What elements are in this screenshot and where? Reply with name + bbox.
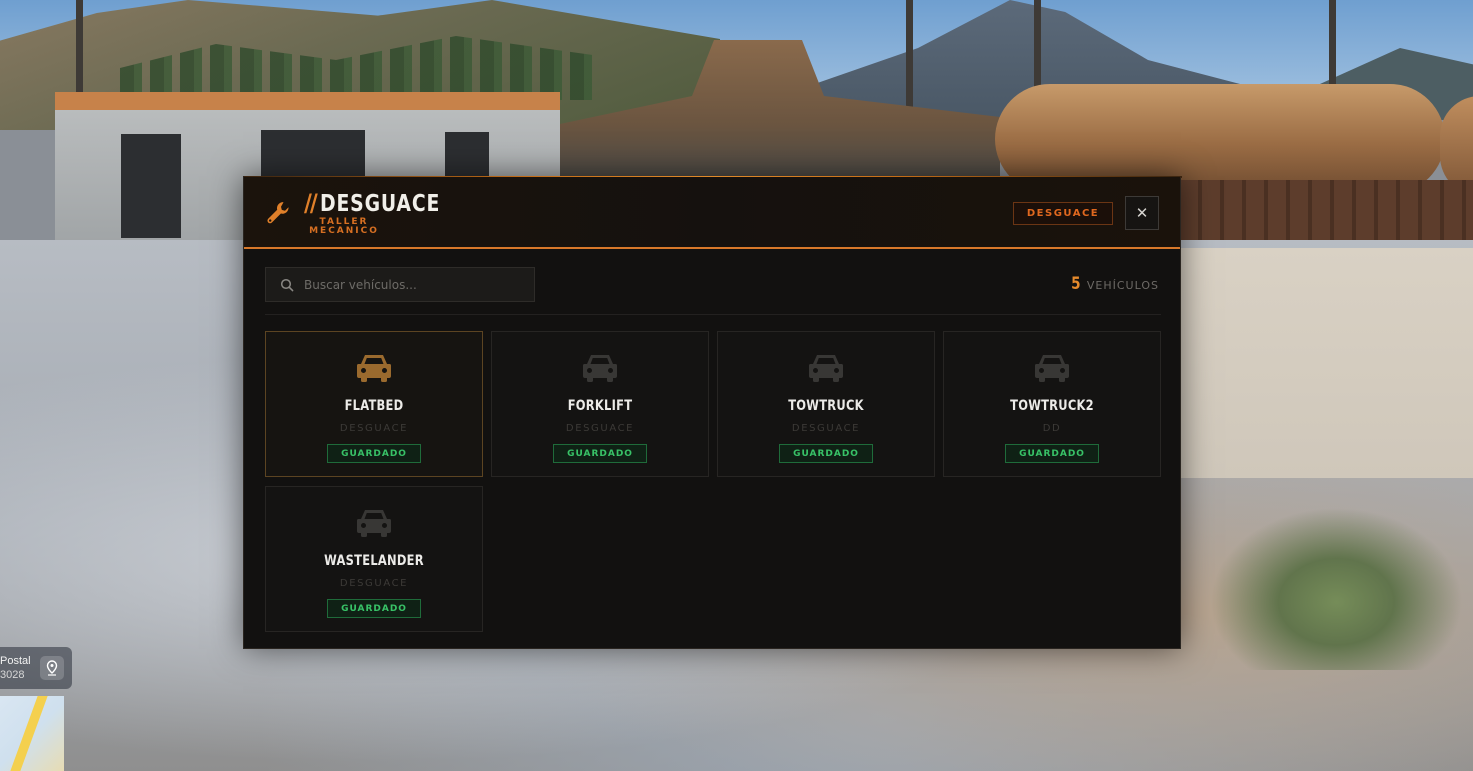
vehicle-name: FORKLIFT — [567, 398, 633, 414]
vehicle-count: 5 VEHÍCULOS — [1070, 274, 1159, 294]
vehicle-owner: DESGUACE — [565, 423, 635, 434]
car-icon — [1035, 355, 1069, 382]
subtitle-line: MECANICO — [309, 226, 379, 236]
location-badge: DESGUACE — [1013, 202, 1113, 225]
ground — [1180, 248, 1473, 478]
vehicle-card[interactable]: TOWTRUCK DESGUACE GUARDADO — [717, 331, 935, 477]
status-badge: GUARDADO — [327, 444, 421, 463]
vehicle-name: TOWTRUCK — [788, 398, 864, 414]
utility-pole — [76, 0, 83, 92]
title-block: // DESGUACE TALLER MECANICO — [304, 189, 466, 236]
vehicle-name: FLATBED — [344, 398, 404, 414]
status-badge: GUARDADO — [553, 444, 647, 463]
vehicle-owner: DD — [1042, 423, 1062, 434]
status-badge: GUARDADO — [1005, 444, 1099, 463]
status-badge: GUARDADO — [327, 599, 421, 618]
close-button[interactable]: ✕ — [1125, 196, 1159, 230]
vehicle-name: WASTELANDER — [324, 553, 424, 569]
wrench-icon — [267, 202, 289, 224]
vehicle-card[interactable]: WASTELANDER DESGUACE GUARDADO — [265, 486, 483, 632]
car-icon — [583, 355, 617, 382]
vehicle-card[interactable]: FLATBED DESGUACE GUARDADO — [265, 331, 483, 477]
car-icon — [357, 510, 391, 537]
car-icon — [809, 355, 843, 382]
minimap-postal-panel: Postal 3028 — [0, 647, 72, 689]
plant — [1200, 500, 1473, 670]
vehicle-card[interactable]: TOWTRUCK2 DD GUARDADO — [943, 331, 1161, 477]
vehicle-owner: DESGUACE — [339, 578, 409, 589]
modal-header: // DESGUACE TALLER MECANICO DESGUACE ✕ — [244, 177, 1180, 249]
vehicle-count-number: 5 — [1071, 274, 1081, 294]
desguace-modal: // DESGUACE TALLER MECANICO DESGUACE ✕ 5… — [243, 176, 1182, 649]
vehicle-owner: DESGUACE — [791, 423, 861, 434]
subtitle: TALLER MECANICO — [304, 218, 384, 236]
minimap — [0, 696, 64, 771]
vehicle-count-label: VEHÍCULOS — [1086, 279, 1159, 292]
search-input[interactable] — [304, 268, 529, 301]
status-badge: GUARDADO — [779, 444, 873, 463]
divider — [265, 314, 1161, 315]
vehicle-card[interactable]: FORKLIFT DESGUACE GUARDADO — [491, 331, 709, 477]
vehicle-owner: DESGUACE — [339, 423, 409, 434]
search-box[interactable] — [265, 267, 535, 302]
page-title: DESGUACE — [319, 191, 441, 217]
car-icon — [357, 355, 391, 382]
search-icon — [280, 278, 294, 292]
vehicle-name: TOWTRUCK2 — [1010, 398, 1094, 414]
title-prefix: // — [304, 189, 318, 217]
map-pin-icon[interactable] — [40, 656, 64, 680]
